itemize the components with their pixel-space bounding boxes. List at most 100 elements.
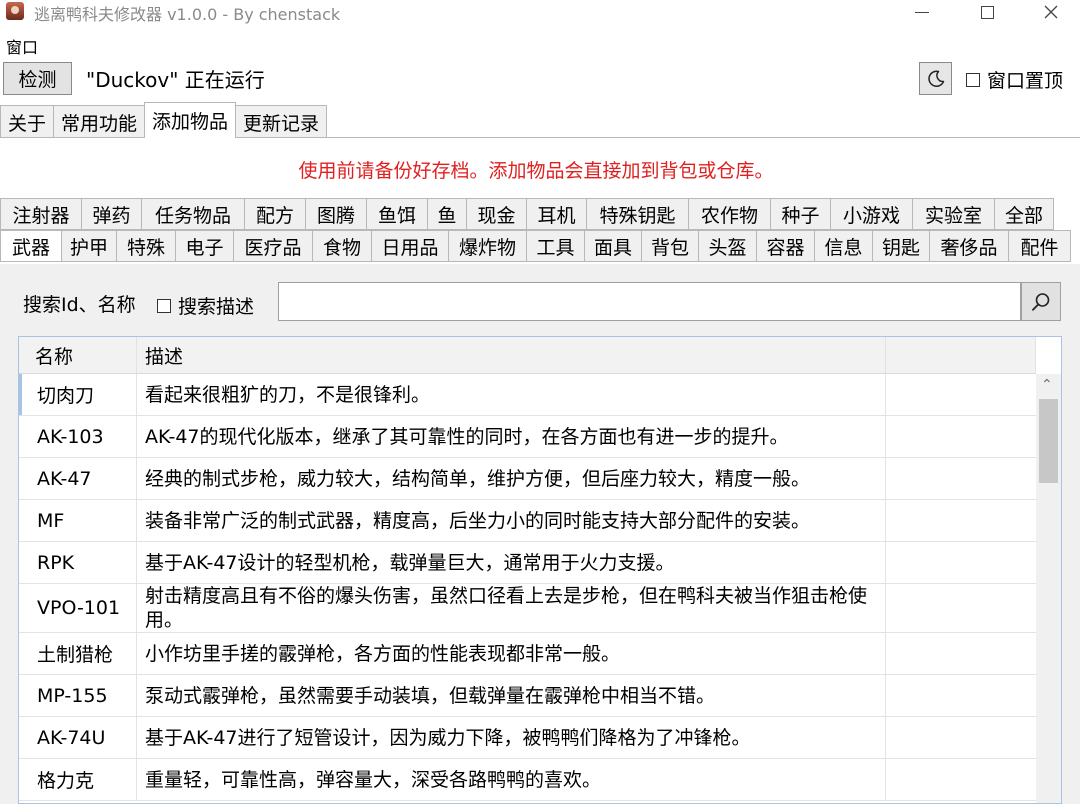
scroll-up-icon[interactable]: ⌃ (1041, 377, 1053, 393)
item-description-cell: 小作坊里手搓的霰弹枪，各方面的性能表现都非常一般。 (137, 633, 886, 674)
category-row-1: 注射器 弹药 任务物品 配方 图腾 鱼饵 鱼 现金 耳机 特殊钥匙 农作物 种子… (0, 198, 1080, 230)
table-row[interactable]: 格力克 重量轻，可靠性高，弹容量大，深受各路鸭鸭的喜欢。 (19, 759, 1036, 801)
column-header-name[interactable]: 名称 (19, 337, 137, 373)
item-description-cell: 基于AK-47进行了短管设计，因为威力下降，被鸭鸭们降格为了冲锋枪。 (137, 717, 886, 758)
category-containers[interactable]: 容器 (756, 230, 815, 262)
category-special[interactable]: 特殊 (116, 230, 176, 262)
category-electronics[interactable]: 电子 (175, 230, 234, 262)
magnifier-icon (1032, 292, 1050, 311)
item-description-cell: 射击精度高且有不俗的爆头伤害，虽然口径看上去是步枪，但在鸭科夫被当作狙击枪使用。 (137, 584, 886, 632)
item-name-cell: AK-47 (19, 458, 137, 499)
table-row[interactable]: MF 装备非常广泛的制式武器，精度高，后坐力小的同时能支持大部分配件的安装。 (19, 500, 1036, 542)
search-id-name-label: 搜索Id、名称 (23, 294, 136, 316)
moon-icon (927, 69, 944, 87)
table-row[interactable]: VPO-101 射击精度高且有不俗的爆头伤害，虽然口径看上去是步枪，但在鸭科夫被当… (19, 584, 1036, 633)
item-description-cell: 看起来很粗犷的刀，不是很锋利。 (137, 374, 886, 415)
menu-window[interactable]: 窗口 (6, 34, 38, 58)
category-attachments[interactable]: 配件 (1008, 230, 1071, 262)
maximize-icon (980, 5, 994, 19)
item-description-cell: 装备非常广泛的制式武器，精度高，后坐力小的同时能支持大部分配件的安装。 (137, 500, 886, 541)
category-luxury[interactable]: 奢侈品 (929, 230, 1009, 262)
category-fish[interactable]: 鱼 (427, 198, 467, 230)
backup-warning: 使用前请备份好存档。添加物品会直接加到背包或仓库。 (298, 160, 774, 182)
tab-changelog[interactable]: 更新记录 (235, 105, 328, 138)
minimize-icon (915, 11, 929, 13)
menu-bar: 窗口 (0, 32, 1080, 58)
category-backpacks[interactable]: 背包 (641, 230, 699, 262)
tab-common-functions[interactable]: 常用功能 (53, 105, 146, 138)
table-header: 名称 描述 (19, 337, 1036, 374)
category-weapons[interactable]: 武器 (0, 230, 62, 262)
tab-about[interactable]: 关于 (0, 105, 55, 138)
item-name-cell: MP-155 (19, 675, 137, 716)
item-description-cell: 基于AK-47设计的轻型机枪，载弹量巨大，通常用于火力支援。 (137, 542, 886, 583)
category-headphones[interactable]: 耳机 (526, 198, 587, 230)
table-row[interactable]: AK-47 经典的制式步枪，威力较大，结构简单，维护方便，但后座力较大，精度一般。 (19, 458, 1036, 500)
table-row[interactable]: RPK 基于AK-47设计的轻型机枪，载弹量巨大，通常用于火力支援。 (19, 542, 1036, 584)
item-name-cell: 格力克 (19, 759, 137, 800)
category-all[interactable]: 全部 (994, 198, 1054, 230)
table-row[interactable]: AK-103 AK-47的现代化版本，继承了其可靠性的同时，在各方面也有进一步的提… (19, 416, 1036, 458)
pin-window-toggle[interactable]: 窗口置顶 (966, 66, 1063, 93)
tab-add-items[interactable]: 添加物品 (144, 102, 237, 138)
item-description-cell: 重量轻，可靠性高，弹容量大，深受各路鸭鸭的喜欢。 (137, 759, 886, 800)
category-daily-goods[interactable]: 日用品 (371, 230, 449, 262)
category-minigames[interactable]: 小游戏 (830, 198, 913, 230)
main-tabs: 关于 常用功能 添加物品 更新记录 (0, 102, 328, 138)
category-crops[interactable]: 农作物 (688, 198, 771, 230)
table-row[interactable]: 切肉刀 看起来很粗犷的刀，不是很锋利。 (19, 374, 1036, 416)
theme-toggle-button[interactable] (919, 62, 952, 95)
category-cash[interactable]: 现金 (466, 198, 527, 230)
detect-button[interactable]: 检测 (3, 62, 72, 95)
category-injector[interactable]: 注射器 (0, 198, 82, 230)
category-medical[interactable]: 医疗品 (233, 230, 313, 262)
category-special-keys[interactable]: 特殊钥匙 (586, 198, 689, 230)
category-seeds[interactable]: 种子 (770, 198, 831, 230)
category-lab[interactable]: 实验室 (912, 198, 995, 230)
search-button[interactable] (1021, 282, 1061, 321)
close-icon (1044, 5, 1058, 19)
search-input[interactable] (278, 282, 1021, 321)
category-row-2: 武器 护甲 特殊 电子 医疗品 食物 日用品 爆炸物 工具 面具 背包 头盔 容… (0, 230, 1080, 262)
category-quest-items[interactable]: 任务物品 (141, 198, 245, 230)
category-tabs: 注射器 弹药 任务物品 配方 图腾 鱼饵 鱼 现金 耳机 特殊钥匙 农作物 种子… (0, 198, 1080, 262)
item-name-cell: RPK (19, 542, 137, 583)
category-food[interactable]: 食物 (312, 230, 372, 262)
category-recipes[interactable]: 配方 (244, 198, 306, 230)
maximize-button[interactable] (960, 0, 1014, 24)
item-name-cell: VPO-101 (19, 584, 137, 632)
item-description-cell: 泵动式霰弹枪，虽然需要手动装填，但载弹量在霰弹枪中相当不错。 (137, 675, 886, 716)
search-description-toggle[interactable]: 搜索描述 (157, 292, 254, 319)
item-name-cell: AK-74U (19, 717, 137, 758)
scroll-thumb[interactable] (1039, 399, 1058, 483)
category-armor[interactable]: 护甲 (61, 230, 117, 262)
category-tools[interactable]: 工具 (526, 230, 585, 262)
category-bait[interactable]: 鱼饵 (366, 198, 428, 230)
window-title: 逃离鸭科夫修改器 v1.0.0 - By chenstack (34, 5, 341, 24)
category-info[interactable]: 信息 (814, 230, 873, 262)
close-button[interactable] (1024, 0, 1078, 24)
category-helmets[interactable]: 头盔 (698, 230, 757, 262)
pin-window-label: 窗口置顶 (987, 70, 1064, 92)
item-table: 名称 描述 切肉刀 看起来很粗犷的刀，不是很锋利。 AK-103 AK-47的现代化版… (18, 336, 1062, 804)
column-header-extra (886, 337, 1036, 373)
category-explosives[interactable]: 爆炸物 (448, 230, 527, 262)
item-name-cell: 土制猎枪 (19, 633, 137, 674)
column-header-description[interactable]: 描述 (137, 337, 886, 373)
process-status: "Duckov" 正在运行 (86, 68, 265, 92)
table-row[interactable]: AK-74U 基于AK-47进行了短管设计，因为威力下降，被鸭鸭们降格为了冲锋枪。 (19, 717, 1036, 759)
category-ammo[interactable]: 弹药 (81, 198, 142, 230)
minimize-button[interactable] (895, 0, 949, 24)
category-keys[interactable]: 钥匙 (872, 230, 930, 262)
table-row[interactable]: MP-155 泵动式霰弹枪，虽然需要手动装填，但载弹量在霰弹枪中相当不错。 (19, 675, 1036, 717)
category-totems[interactable]: 图腾 (305, 198, 367, 230)
item-name-cell: AK-103 (19, 416, 137, 457)
pin-window-checkbox[interactable] (966, 72, 980, 87)
search-description-checkbox[interactable] (157, 298, 171, 313)
table-row[interactable]: 土制猎枪 小作坊里手搓的霰弹枪，各方面的性能表现都非常一般。 (19, 633, 1036, 675)
table-body: 切肉刀 看起来很粗犷的刀，不是很锋利。 AK-103 AK-47的现代化版本，继承了其… (19, 374, 1036, 801)
item-name-cell: MF (19, 500, 137, 541)
table-scrollbar[interactable]: ⌃ (1036, 374, 1061, 803)
title-bar: 逃离鸭科夫修改器 v1.0.0 - By chenstack (0, 0, 1080, 24)
category-masks[interactable]: 面具 (584, 230, 642, 262)
